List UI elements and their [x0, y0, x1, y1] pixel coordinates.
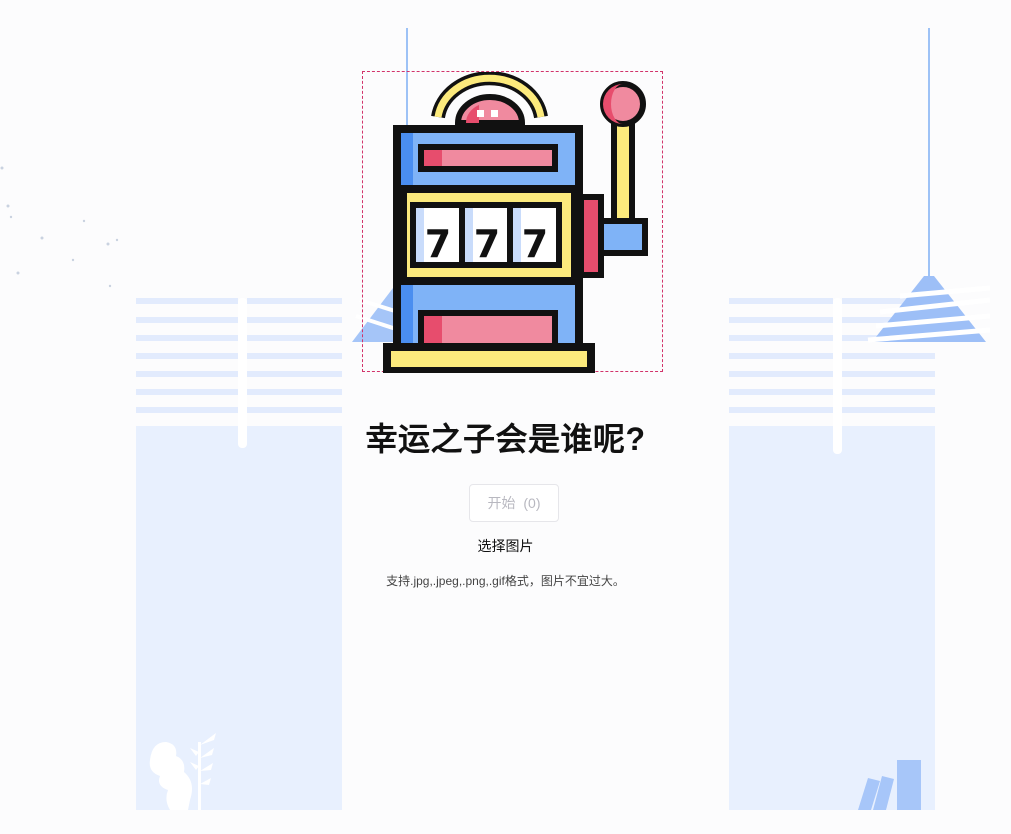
slot-machine-image-area[interactable]: 7 7 7	[362, 71, 663, 373]
background-dots	[0, 166, 119, 288]
start-button[interactable]: 开始 (0)	[469, 484, 559, 522]
slot-machine-icon: 7 7 7	[383, 72, 648, 373]
start-button-label: 开始	[487, 495, 516, 511]
start-button-count: (0)	[523, 495, 541, 511]
reel-symbol-1: 7	[425, 222, 451, 266]
page: 7 7 7 幸运之子会是谁呢? 开始 (0) 选择图片 支持.jpg,.jpeg…	[0, 0, 1011, 834]
reel-symbol-2: 7	[474, 222, 500, 266]
select-image-button[interactable]: 选择图片	[478, 538, 534, 554]
reel-symbol-3: 7	[522, 222, 548, 266]
format-hint: 支持.jpg,.jpeg,.png,.gif格式，图片不宜过大。	[386, 574, 625, 588]
right-hanging-lamp	[867, 28, 991, 343]
select-image-row: 选择图片	[0, 536, 1011, 556]
page-title: 幸运之子会是谁呢?	[365, 421, 646, 457]
